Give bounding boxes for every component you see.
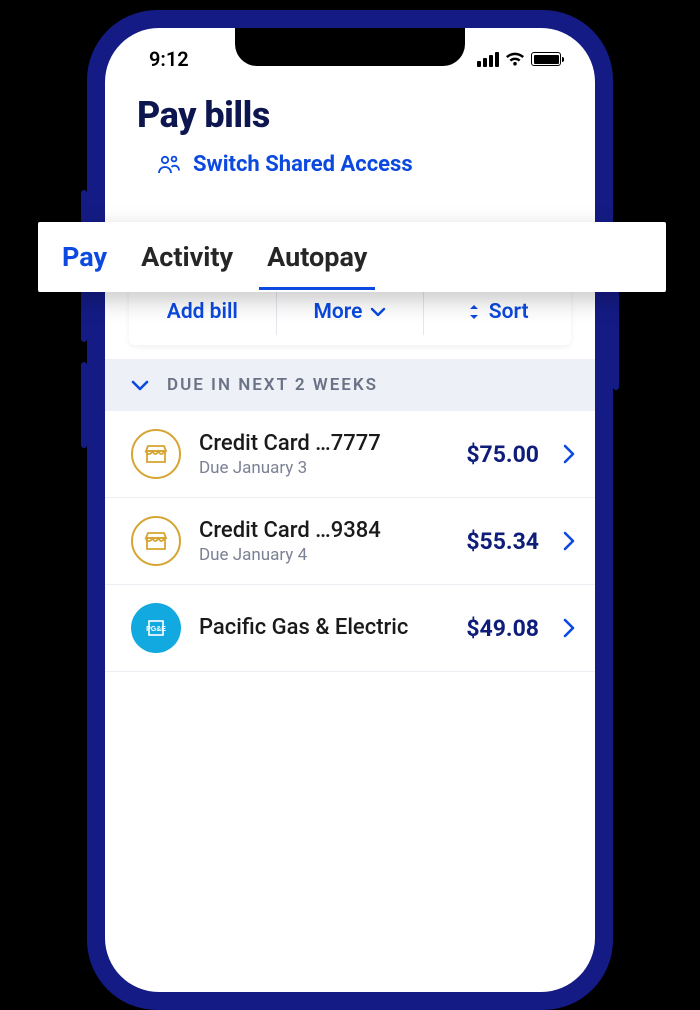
status-time: 9:12	[149, 47, 189, 71]
add-bill-label: Add bill	[167, 300, 238, 324]
more-label: More	[314, 300, 363, 324]
bill-name: Credit Card …7777	[199, 431, 448, 456]
tab-pay[interactable]: Pay	[60, 237, 109, 277]
wifi-icon	[505, 52, 525, 67]
svg-text:PG&E: PG&E	[146, 626, 166, 633]
bill-info: Credit Card …9384 Due January 4	[199, 518, 448, 565]
phone-notch	[235, 28, 465, 66]
status-indicators	[477, 52, 561, 67]
chevron-right-icon	[563, 531, 575, 551]
bill-row[interactable]: PG&E Pacific Gas & Electric $49.08	[105, 585, 595, 672]
tab-autopay[interactable]: Autopay	[265, 237, 369, 277]
shared-access-label: Switch Shared Access	[193, 152, 413, 177]
bill-due: Due January 3	[199, 458, 448, 478]
bill-amount: $49.08	[466, 615, 539, 642]
phone-frame: 9:12 Pay bills Switch	[87, 10, 613, 1010]
volume-down-button	[81, 362, 87, 448]
bill-name: Pacific Gas & Electric	[199, 615, 448, 640]
chevron-down-icon	[131, 380, 149, 391]
bill-row[interactable]: Credit Card …7777 Due January 3 $75.00	[105, 411, 595, 498]
bill-list: Credit Card …7777 Due January 3 $75.00 C…	[105, 411, 595, 672]
sort-icon	[467, 303, 481, 321]
bill-amount: $75.00	[466, 441, 539, 468]
bill-due: Due January 4	[199, 545, 448, 565]
bill-info: Credit Card …7777 Due January 3	[199, 431, 448, 478]
bill-name: Credit Card …9384	[199, 518, 448, 543]
phone-screen: 9:12 Pay bills Switch	[105, 28, 595, 992]
battery-icon	[531, 52, 561, 66]
chevron-right-icon	[563, 444, 575, 464]
cellular-icon	[477, 52, 499, 67]
bill-amount: $55.34	[466, 528, 539, 555]
tab-strip: Pay Activity Autopay	[38, 222, 666, 292]
tab-activity[interactable]: Activity	[139, 237, 235, 277]
bill-row[interactable]: Credit Card …9384 Due January 4 $55.34	[105, 498, 595, 585]
chevron-right-icon	[563, 618, 575, 638]
bill-info: Pacific Gas & Electric	[199, 615, 448, 642]
store-icon	[131, 516, 181, 566]
switch-shared-access-link[interactable]: Switch Shared Access	[105, 146, 595, 191]
pge-icon: PG&E	[131, 603, 181, 653]
store-icon	[131, 429, 181, 479]
section-header-due[interactable]: DUE IN NEXT 2 WEEKS	[105, 359, 595, 411]
chevron-down-icon	[370, 307, 386, 317]
page-title: Pay bills	[105, 76, 595, 146]
sort-label: Sort	[489, 300, 529, 324]
section-header-label: DUE IN NEXT 2 WEEKS	[167, 375, 378, 395]
people-icon	[157, 154, 181, 176]
